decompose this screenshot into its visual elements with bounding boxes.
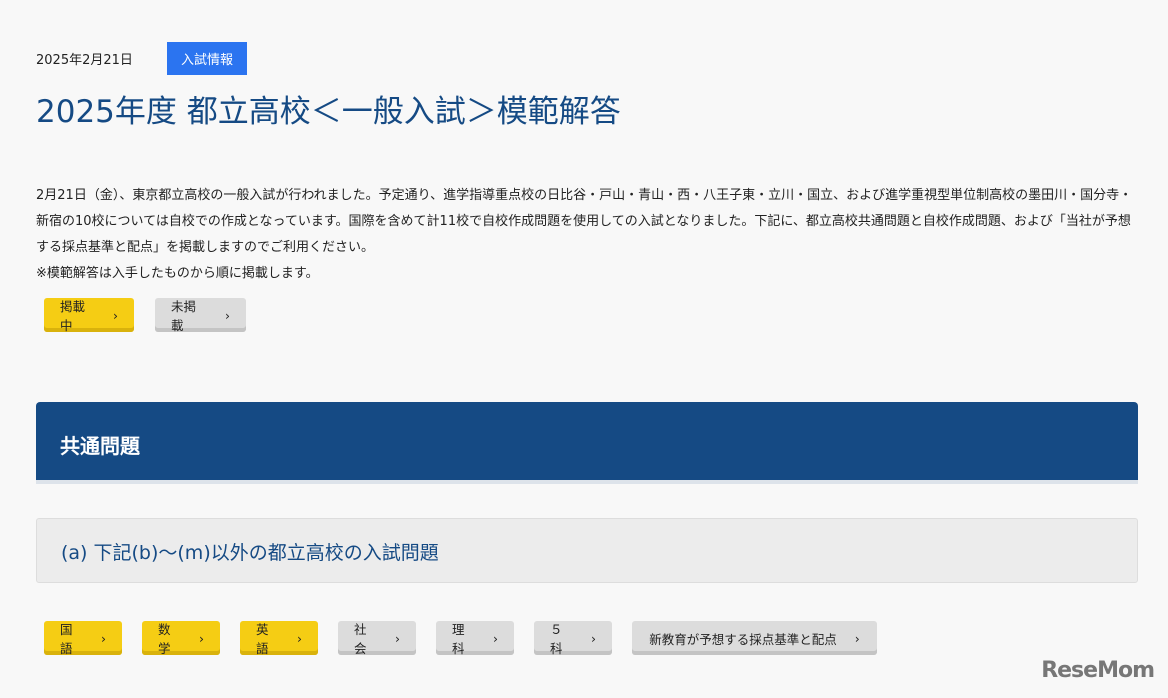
resemom-logo: ReseMom: [1041, 658, 1155, 683]
subject-buttons: 国語 › 数学 › 英語 › 社会 › 理科 › ５科 › 新教育が予想する採点基準と配点 ›: [44, 621, 877, 656]
intro-paragraph: 2月21日（金）、東京都立高校の一般入試が行われました。予定通り、進学指導重点校…: [36, 188, 1133, 255]
subject-button[interactable]: 数学 ›: [142, 621, 220, 656]
legend-label: 掲載中: [60, 299, 86, 333]
chevron-right-icon: ›: [395, 630, 400, 646]
subject-button[interactable]: 国語 ›: [44, 621, 122, 656]
subject-button[interactable]: ５科 ›: [534, 621, 612, 656]
subsection-header: (a) 下記(b)～(m)以外の都立高校の入試問題: [36, 518, 1138, 583]
legend-unposted: 未掲載 ›: [155, 298, 246, 333]
page-title: 2025年度 都立高校＜一般入試＞模範解答: [36, 94, 621, 130]
chevron-right-icon: ›: [854, 630, 860, 646]
subject-button[interactable]: 社会 ›: [338, 621, 416, 656]
subject-label: 新教育が予想する採点基準と配点: [649, 631, 837, 647]
section-header: 共通問題: [36, 402, 1138, 484]
subject-button[interactable]: 英語 ›: [240, 621, 318, 656]
chevron-right-icon: ›: [113, 307, 118, 323]
subject-label: 国語: [60, 622, 73, 656]
subject-label: 理科: [452, 622, 465, 656]
subject-label: 社会: [354, 622, 367, 656]
subject-label: 英語: [256, 622, 269, 656]
chevron-right-icon: ›: [297, 630, 302, 646]
chevron-right-icon: ›: [493, 630, 498, 646]
subject-label: 数学: [158, 622, 171, 656]
category-tag[interactable]: 入試情報: [167, 42, 248, 75]
legend: 掲載中 › 未掲載 ›: [44, 298, 246, 333]
chevron-right-icon: ›: [225, 307, 230, 323]
legend-posted: 掲載中 ›: [44, 298, 134, 333]
intro-text: 2月21日（金）、東京都立高校の一般入試が行われました。予定通り、進学指導重点校…: [36, 183, 1136, 287]
chevron-right-icon: ›: [591, 630, 596, 646]
chevron-right-icon: ›: [101, 630, 106, 646]
article-meta: 2025年2月21日 入試情報: [36, 42, 248, 75]
subject-label: ５科: [550, 622, 563, 656]
subject-button[interactable]: 理科 ›: [436, 621, 514, 656]
subject-button[interactable]: 新教育が予想する採点基準と配点 ›: [632, 621, 877, 655]
publish-date: 2025年2月21日: [36, 53, 133, 68]
chevron-right-icon: ›: [199, 630, 204, 646]
intro-note: ※模範解答は入手したものから順に掲載します。: [36, 266, 319, 281]
legend-label: 未掲載: [171, 299, 197, 333]
